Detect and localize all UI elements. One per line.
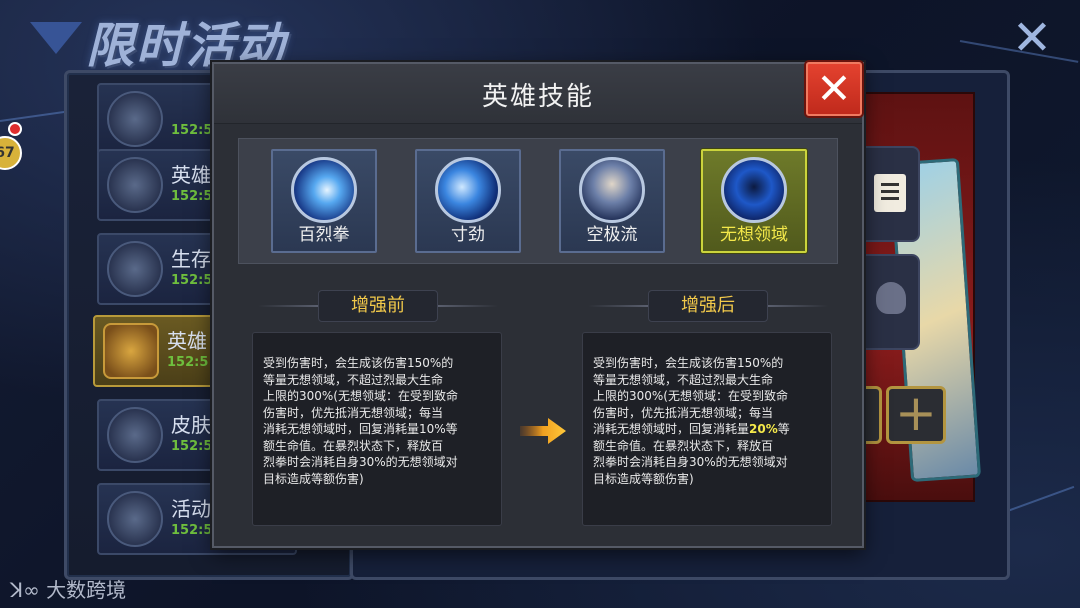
background-close-icon[interactable]: ✕ xyxy=(1010,14,1054,62)
document-icon[interactable] xyxy=(874,174,906,212)
megaphone-icon xyxy=(107,491,163,547)
skill-strip: 百烈拳 寸劲 空极流 无想领域 xyxy=(238,138,838,264)
add-button[interactable]: + xyxy=(886,386,946,444)
event-icon xyxy=(107,91,163,147)
skill-tab-0[interactable]: 百烈拳 xyxy=(271,149,377,253)
aura-silhouette-icon xyxy=(721,157,787,223)
title-triangle-decoration xyxy=(30,22,82,54)
after-title: 增强后 xyxy=(681,295,735,316)
dialog-header: 英雄技能 xyxy=(214,64,862,124)
desc-line: 伤害时，优先抵消无想领域；每当 xyxy=(263,405,444,420)
slot-frame xyxy=(862,386,882,444)
desc-text: 消耗无想领域时，回复消耗量 xyxy=(593,422,750,436)
skill-label: 百烈拳 xyxy=(298,225,350,245)
desc-line: 额生命值。在暴烈状态下，释放百 xyxy=(263,438,444,453)
desc-line: 目标造成等额伤害) xyxy=(593,471,694,486)
close-button[interactable]: ✕ xyxy=(806,62,862,116)
desc-line: 等量无想领域，不超过烈最大生命 xyxy=(263,372,444,387)
before-title: 增强前 xyxy=(351,295,405,316)
desc-line: 额生命值。在暴烈状态下，释放百 xyxy=(593,438,774,453)
notification-dot xyxy=(8,122,22,136)
enhance-arrow-icon xyxy=(520,418,566,444)
list-item-time: 152:5 xyxy=(171,123,213,138)
list-item-selected[interactable]: 英雄 152:5 xyxy=(93,315,223,387)
desc-line: 消耗无想领域时，回复消耗量10%等 xyxy=(263,422,458,436)
desc-line: 等量无想领域，不超过烈最大生命 xyxy=(593,372,774,387)
desc-line: 上限的300%(无想领域：在受到致命 xyxy=(263,389,458,403)
list-item-time: 152:5 xyxy=(171,439,213,454)
energy-burst-icon xyxy=(435,157,501,223)
desc-line: 烈拳时会消耗自身30%的无想领域对 xyxy=(593,455,788,469)
desc-line: 烈拳时会消耗自身30%的无想领域对 xyxy=(263,455,458,469)
skill-label: 无想领域 xyxy=(720,225,788,245)
desc-line: 受到伤害时，会生成该伤害150%的 xyxy=(263,356,454,370)
close-icon: ✕ xyxy=(816,64,852,113)
list-item-label: 皮肤 xyxy=(171,413,211,437)
list-item-label: 英雄 xyxy=(167,329,207,353)
watermark-logo: ꓘ∞ 大数跨境 xyxy=(10,578,127,602)
desc-line: 目标造成等额伤害) xyxy=(263,471,364,486)
revolver-icon xyxy=(107,157,163,213)
list-item-time: 152:5 xyxy=(171,189,213,204)
list-item-label: 英雄 xyxy=(171,163,211,187)
watermark-text: 大数跨境 xyxy=(46,578,127,602)
desc-line: 伤害时，优先抵消无想领域；每当 xyxy=(593,405,774,420)
list-item-time: 152:5 xyxy=(167,355,209,370)
skill-tab-3-selected[interactable]: 无想领域 xyxy=(701,149,807,253)
head-profile-icon[interactable] xyxy=(876,282,906,314)
before-description: 受到伤害时，会生成该伤害150%的 等量无想领域，不超过烈最大生命 上限的300… xyxy=(252,332,502,526)
after-description: 受到伤害时，会生成该伤害150%的 等量无想领域，不超过烈最大生命 上限的300… xyxy=(582,332,832,526)
fist-strike-icon xyxy=(291,157,357,223)
list-item-label: 活动 xyxy=(171,497,211,521)
fighter-portrait-icon xyxy=(579,157,645,223)
enhanced-value: 20% xyxy=(749,422,778,436)
dialog-title: 英雄技能 xyxy=(481,82,594,112)
desc-line: 上限的300%(无想领域：在受到致命 xyxy=(593,389,788,403)
list-item-time: 152:5 xyxy=(171,523,213,538)
skill-tab-1[interactable]: 寸劲 xyxy=(415,149,521,253)
list-item-time: 152:5 xyxy=(171,273,213,288)
supply-box-icon xyxy=(107,241,163,297)
skill-tab-2[interactable]: 空极流 xyxy=(559,149,665,253)
hero-skill-dialog: 英雄技能 百烈拳 寸劲 空极流 无想领域 增强前 增强后 受到伤害时，会生成该伤… xyxy=(212,62,864,548)
gift-chest-icon xyxy=(107,407,163,463)
desc-line: 受到伤害时，会生成该伤害150%的 xyxy=(593,356,784,370)
desc-text: 等 xyxy=(777,422,790,436)
skill-label: 空极流 xyxy=(586,225,638,245)
desc-line: 消耗无想领域时，回复消耗量20%等 xyxy=(593,421,821,438)
list-item-label: 生存 xyxy=(171,247,211,271)
skill-label: 寸劲 xyxy=(451,225,485,245)
treasure-chest-icon xyxy=(103,323,159,379)
